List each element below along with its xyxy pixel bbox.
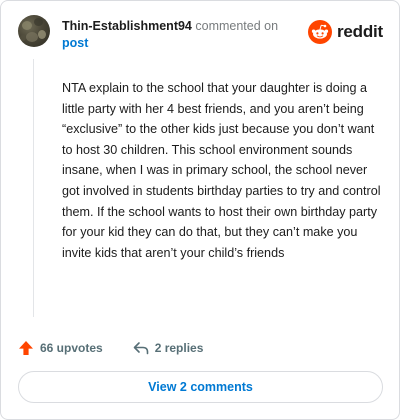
user-avatar[interactable]	[18, 15, 50, 47]
replies-count: 2 replies	[154, 341, 204, 355]
reddit-wordmark: reddit	[336, 22, 383, 41]
thread-line	[33, 59, 34, 317]
comment-card: Thin-Establishment94 commented on post r…	[0, 0, 400, 420]
reddit-logo[interactable]: reddit	[307, 19, 383, 45]
upvote-button[interactable]: 66 upvotes	[18, 340, 103, 356]
commented-on-label: commented on	[195, 19, 279, 33]
comment-body: NTA explain to the school that your daug…	[62, 81, 381, 260]
reply-arrow-icon	[133, 342, 149, 355]
replies-button[interactable]: 2 replies	[133, 341, 204, 355]
reddit-alien-icon	[307, 20, 332, 44]
comment-meta: Thin-Establishment94 commented on post	[62, 18, 302, 52]
username-link[interactable]: Thin-Establishment94	[62, 19, 192, 33]
view-comments-button[interactable]: View 2 comments	[18, 371, 383, 403]
post-link[interactable]: post	[62, 35, 302, 52]
upvote-count: 66 upvotes	[40, 341, 103, 355]
upvote-arrow-icon	[19, 341, 33, 355]
comment-actions: 66 upvotes 2 replies	[18, 337, 203, 359]
comment-header: Thin-Establishment94 commented on post r…	[18, 15, 383, 55]
